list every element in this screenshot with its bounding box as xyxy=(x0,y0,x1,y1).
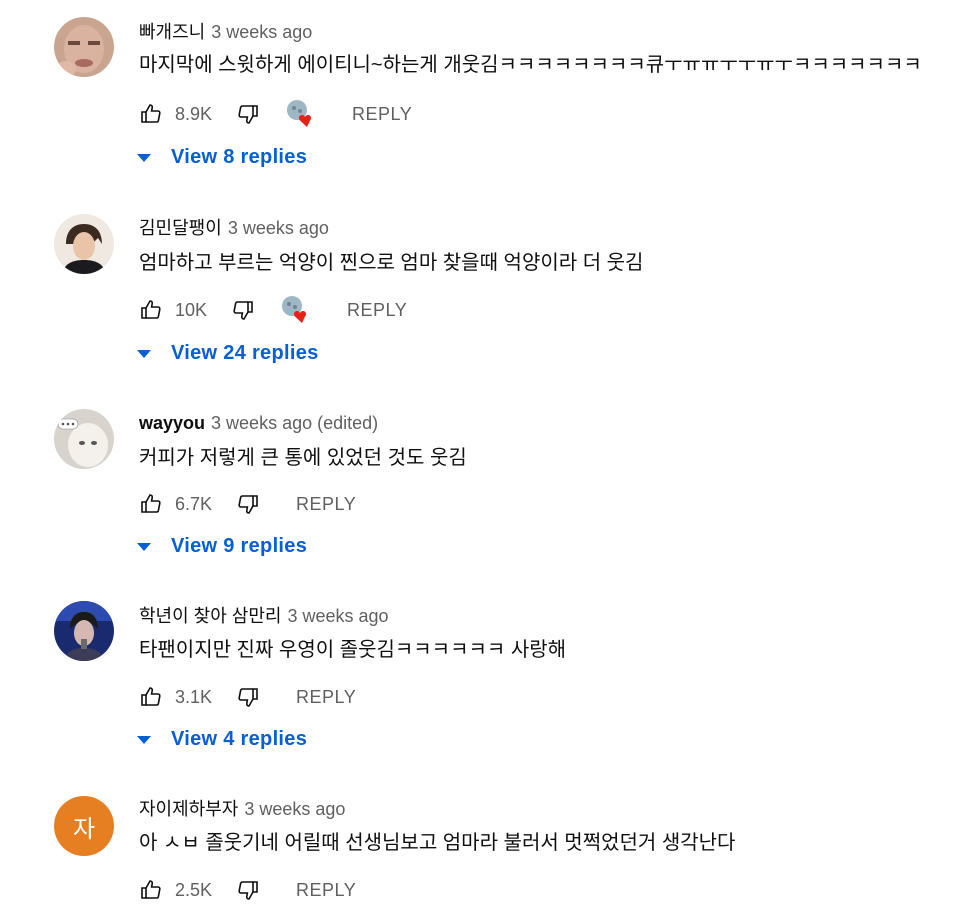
reply-button[interactable]: REPLY xyxy=(352,104,412,125)
dislike-icon[interactable] xyxy=(236,492,260,516)
avatar[interactable] xyxy=(54,409,114,469)
comment-time[interactable]: 3 weeks ago (edited) xyxy=(211,413,378,433)
dislike-icon[interactable] xyxy=(236,102,260,126)
comment-text: 엄마하고 부르는 억양이 찐으로 엄마 찾을때 억양이라 더 웃김 xyxy=(139,252,644,274)
reply-button[interactable]: REPLY xyxy=(347,300,407,321)
comment-actions: 6.7K REPLY xyxy=(139,490,356,518)
comment-header: 빠개즈니 3 weeks ago xyxy=(139,21,312,43)
comment-header: 학년이 찾아 삼만리 3 weeks ago xyxy=(139,605,389,627)
dislike-icon[interactable] xyxy=(236,878,260,902)
view-replies-button[interactable]: View 24 replies xyxy=(137,342,319,365)
caret-down-icon xyxy=(137,153,151,162)
like-icon[interactable] xyxy=(139,102,163,126)
like-count: 6.7K xyxy=(175,493,213,514)
caret-down-icon xyxy=(137,735,151,744)
like-count: 3.1K xyxy=(175,686,213,707)
like-icon[interactable] xyxy=(139,878,163,902)
comment-time[interactable]: 3 weeks ago xyxy=(211,22,312,42)
comment-time[interactable]: 3 weeks ago xyxy=(287,606,388,626)
comment-author[interactable]: 학년이 찾아 삼만리 xyxy=(139,606,281,626)
reply-button[interactable]: REPLY xyxy=(296,687,356,708)
comment-text: 아 ㅅㅂ 졸웃기네 어릴때 선생님보고 엄마라 불러서 멋쩍었던거 생각난다 xyxy=(139,832,736,854)
comment-author[interactable]: 자이제하부자 xyxy=(139,799,238,819)
caret-down-icon xyxy=(137,349,151,358)
like-count: 10K xyxy=(175,299,208,320)
reply-button[interactable]: REPLY xyxy=(296,880,356,901)
like-count: 8.9K xyxy=(175,103,213,124)
creator-heart-icon xyxy=(281,295,311,325)
like-icon[interactable] xyxy=(139,492,163,516)
comment-text: 타팬이지만 진짜 우영이 졸웃김ㅋㅋㅋㅋㅋㅋ 사랑해 xyxy=(139,639,567,661)
creator-heart-icon xyxy=(286,99,316,129)
comment-text: 커피가 저렇게 큰 통에 있었던 것도 웃김 xyxy=(139,447,467,469)
comment-header: 김민달팽이 3 weeks ago xyxy=(139,217,329,239)
view-replies-label: View 24 replies xyxy=(171,342,319,364)
comment-time[interactable]: 3 weeks ago xyxy=(228,218,329,238)
comment-header: wayyou 3 weeks ago (edited) xyxy=(139,412,378,434)
comment-text: 마지막에 스윗하게 에이티니~하는게 개웃김ㅋㅋㅋㅋㅋㅋㅋㅋ큐ㅜㅠㅠㅜㅜㅠㅜㅋㅋ… xyxy=(139,54,922,76)
comment-actions: 2.5K REPLY xyxy=(139,876,356,904)
view-replies-label: View 8 replies xyxy=(171,146,308,168)
view-replies-label: View 4 replies xyxy=(171,728,308,750)
comment-header: 자이제하부자 3 weeks ago xyxy=(139,798,345,820)
view-replies-button[interactable]: View 9 replies xyxy=(137,535,307,558)
like-icon[interactable] xyxy=(139,298,163,322)
avatar[interactable] xyxy=(54,601,114,661)
like-count: 2.5K xyxy=(175,879,213,900)
comment-actions: 8.9K REPLY xyxy=(139,100,412,128)
view-replies-label: View 9 replies xyxy=(171,535,308,557)
comment-author[interactable]: wayyou xyxy=(139,413,205,433)
view-replies-button[interactable]: View 4 replies xyxy=(137,728,307,751)
avatar-letter: 자 xyxy=(72,815,96,843)
comment-actions: 3.1K REPLY xyxy=(139,683,356,711)
caret-down-icon xyxy=(137,542,151,551)
dislike-icon[interactable] xyxy=(231,298,255,322)
avatar[interactable] xyxy=(54,17,114,77)
avatar[interactable]: 자 xyxy=(54,796,114,856)
dislike-icon[interactable] xyxy=(236,685,260,709)
comment-author[interactable]: 김민달팽이 xyxy=(139,218,222,238)
comment-time[interactable]: 3 weeks ago xyxy=(244,799,345,819)
like-icon[interactable] xyxy=(139,685,163,709)
reply-button[interactable]: REPLY xyxy=(296,494,356,515)
comment-actions: 10K REPLY xyxy=(139,296,407,324)
view-replies-button[interactable]: View 8 replies xyxy=(137,146,307,169)
comment-author[interactable]: 빠개즈니 xyxy=(139,22,205,42)
avatar[interactable] xyxy=(54,214,114,274)
